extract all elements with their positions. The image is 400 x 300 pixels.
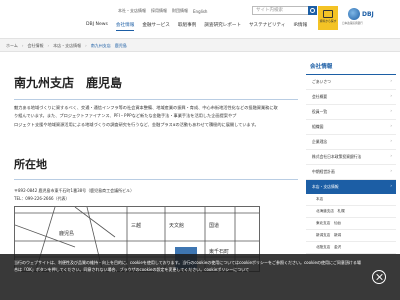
breadcrumb-separator: › — [47, 43, 50, 48]
sidebar-item-philosophy[interactable]: 企業理念 — [306, 135, 396, 150]
sidebar: 会社情報 ごあいさつ 会社概要 役員一覧 組織図 企業理念 株式会社日本政策投資… — [306, 62, 396, 254]
breadcrumb-branches[interactable]: 本店・支店情報 — [53, 43, 81, 49]
nav-item-sustainability[interactable]: サステナビリティ — [249, 22, 285, 31]
close-icon[interactable] — [372, 270, 386, 284]
page-title: 南九州支店 鹿児島 — [14, 76, 123, 90]
utility-link-foundation[interactable]: 財団情報 — [172, 8, 188, 14]
breadcrumb-separator: › — [85, 43, 87, 48]
nav-item-ir[interactable]: IR情報 — [293, 22, 307, 31]
nav-item-company[interactable]: 会社情報 — [115, 22, 135, 31]
map-label: 天文館 — [169, 222, 184, 229]
address: 〒892-0842 鹿児島市東千石町1番38号（鹿児島商工会議所ビル） — [14, 188, 135, 193]
location-heading: 所在地 — [14, 158, 47, 171]
intro-line: ロジェクト支援や地域資源活用による地域づくりの調査研究を行うなど、金融プラスαの… — [14, 121, 259, 127]
utility-link-english[interactable]: English — [193, 9, 207, 14]
sidebar-sub-hokkaido[interactable]: 北海道支店 札幌 — [306, 206, 396, 218]
search-icon[interactable] — [308, 6, 317, 15]
sidebar-item-greeting[interactable]: ごあいさつ — [306, 75, 396, 90]
breadcrumb-separator: › — [21, 43, 24, 48]
map-label: 国道 — [209, 222, 219, 229]
sidebar-item-midterm-plan[interactable]: 中期経営計画 — [306, 165, 396, 180]
nav-item-cases[interactable]: 取組事例 — [178, 22, 196, 31]
logo-subtitle: 日本政策投資銀行 — [342, 22, 363, 25]
sidebar-item-law[interactable]: 株式会社日本政策投資銀行法 — [306, 150, 396, 165]
title-divider — [14, 99, 298, 100]
address-block: 〒892-0842 鹿児島市東千石町1番38号（鹿児島商工会議所ビル） TEL：… — [14, 187, 134, 203]
intro-line: り組んでいます。また、プロジェクトファイナンス、PFI・PPPなど新たな金融手法… — [14, 113, 237, 119]
intro-line: 魅力ある地域づくりに資するべく、交通・通信インフラ等の社会資本整備、地域産業の振… — [14, 105, 278, 110]
main-nav: DBJ News 会社情報 金融サービス 取組事例 調査研究レポート サステナビ… — [86, 22, 307, 31]
intro-text: 魅力ある地域づくりに資するべく、交通・通信インフラ等の社会資本整備、地域産業の振… — [14, 104, 300, 129]
sidebar-item-overview[interactable]: 会社概要 — [306, 90, 396, 105]
sidebar-item-organization[interactable]: 組織図 — [306, 120, 396, 135]
breadcrumb-company[interactable]: 会社情報 — [28, 43, 44, 49]
nav-item-research[interactable]: 調査研究レポート — [204, 22, 241, 31]
search-input[interactable]: サイト内検索 — [252, 6, 310, 15]
utility-link-branches[interactable]: 本社・支店情報 — [118, 8, 146, 14]
nav-item-news[interactable]: DBJ News — [86, 22, 108, 31]
sidebar-heading[interactable]: 会社情報 — [306, 62, 396, 74]
sidebar-item-branches[interactable]: 本店・支店情報 — [306, 180, 396, 194]
breadcrumb-current: 南九州支店 鹿児島 — [90, 43, 127, 48]
breadcrumb-home[interactable]: ホーム — [6, 43, 18, 49]
sidebar-sub-tohoku[interactable]: 東北支店 仙台 — [306, 218, 396, 230]
logo[interactable]: DBJ — [348, 8, 374, 20]
document-icon — [323, 10, 333, 18]
location-divider — [14, 179, 298, 180]
material-search-button[interactable]: 資料から探す — [318, 6, 338, 30]
map-label: 鹿児島 — [59, 230, 74, 237]
sidebar-item-officers[interactable]: 役員一覧 — [306, 105, 396, 120]
sidebar-sub-head-office[interactable]: 本店 — [306, 194, 396, 206]
breadcrumb: ホーム › 会社情報 › 本店・支店情報 › 南九州支店 鹿児島 — [0, 38, 400, 52]
logo-text: DBJ — [362, 10, 374, 18]
map-label: 三越 — [131, 222, 141, 229]
telephone: TEL：099-226-2666（代表） — [14, 196, 70, 201]
sidebar-sub-hokuriku[interactable]: 北陸支店 金沢 — [306, 242, 396, 254]
utility-links: 本社・支店情報 採用情報 財団情報 English — [118, 8, 207, 14]
logo-mark-icon — [348, 8, 360, 20]
sidebar-sub-niigata[interactable]: 新潟支店 新潟 — [306, 230, 396, 242]
cookie-banner: 当行のウェブサイトは、利便性及び品質の維持・向上を目的に、cookieを使用して… — [0, 254, 400, 300]
nav-item-services[interactable]: 金融サービス — [142, 22, 170, 31]
utility-link-careers[interactable]: 採用情報 — [151, 8, 167, 14]
cookie-text: 当行のウェブサイトは、利便性及び品質の維持・向上を目的に、cookieを使用して… — [14, 260, 361, 272]
material-search-label: 資料から探す — [319, 19, 337, 23]
